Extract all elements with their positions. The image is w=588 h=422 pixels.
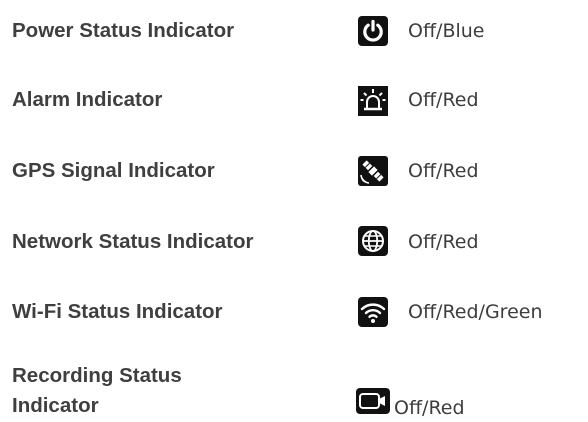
power-status-label: Power Status Indicator <box>12 19 235 42</box>
alarm-light-icon <box>358 86 388 116</box>
recording-status-value: Off/Red <box>394 397 465 419</box>
alarm-indicator-value: Off/Red <box>408 89 479 111</box>
power-icon <box>358 16 388 46</box>
wifi-icon <box>358 297 388 327</box>
camera-icon <box>356 388 390 414</box>
network-status-label: Network Status Indicator <box>12 230 254 253</box>
recording-status-label-line2: Indicator <box>12 394 99 417</box>
recording-status-label-line1: Recording Status <box>12 364 182 387</box>
gps-signal-value: Off/Red <box>408 160 479 182</box>
alarm-indicator-label: Alarm Indicator <box>12 88 163 111</box>
gps-signal-label: GPS Signal Indicator <box>12 159 215 182</box>
power-status-value: Off/Blue <box>408 20 485 42</box>
network-status-value: Off/Red <box>408 231 479 253</box>
satellite-icon <box>358 156 388 186</box>
wifi-status-label: Wi-Fi Status Indicator <box>12 300 223 323</box>
globe-icon <box>358 226 388 256</box>
wifi-status-value: Off/Red/Green <box>408 301 543 323</box>
